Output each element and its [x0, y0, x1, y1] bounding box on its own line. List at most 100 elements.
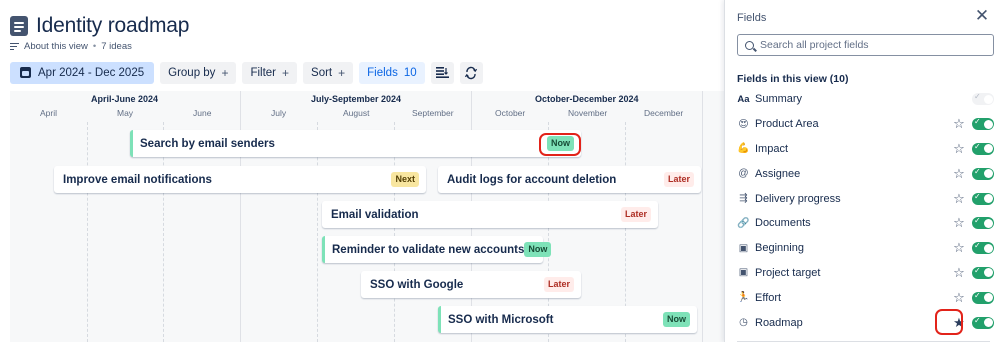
status-lozenge: Later — [620, 207, 651, 222]
field-label: Roadmap — [755, 316, 803, 329]
quarter-divider — [471, 91, 472, 122]
idea-title: SSO with Google — [370, 278, 464, 291]
field-label: Delivery progress — [755, 192, 841, 205]
field-visibility-toggle[interactable] — [972, 167, 994, 180]
field-row-product-area[interactable]: 😍 Product Area ☆ — [737, 112, 994, 137]
refresh-arrows-icon — [465, 66, 478, 79]
compact-view-button[interactable] — [430, 61, 454, 84]
quarter-label: April-June 2024 — [91, 94, 159, 104]
timeline-header: April-June 2024 July-September 2024 Octo… — [10, 91, 724, 122]
field-label: Documents — [755, 217, 811, 230]
quarter-label: October-December 2024 — [535, 94, 639, 104]
fields-label: Fields — [367, 66, 398, 79]
idea-card-improve-email-notifications[interactable]: Improve email notifications Next — [54, 166, 426, 193]
status-lozenge: Now — [663, 312, 690, 327]
ideas-count: 7 ideas — [101, 41, 132, 52]
month-label: May — [117, 108, 134, 118]
status-lozenge: Next — [391, 172, 419, 187]
idea-card-audit-logs[interactable]: Audit logs for account deletion Later — [438, 166, 701, 193]
fields-section-heading: Fields in this view (10) — [737, 73, 849, 85]
idea-card-search-by-email-senders[interactable]: Search by email senders Now — [130, 130, 581, 157]
date-range-button[interactable]: Apr 2024 - Dec 2025 — [10, 61, 155, 84]
view-meta: About this view • 7 ideas — [10, 41, 132, 52]
plus-icon: + — [282, 65, 290, 80]
month-label: October — [495, 108, 526, 118]
filter-label: Filter — [250, 66, 277, 79]
field-row-assignee[interactable]: @ Assignee ☆ — [737, 161, 994, 186]
field-label: Beginning — [755, 242, 804, 255]
status-lozenge: Now — [524, 242, 552, 257]
date-range-label: Apr 2024 - Dec 2025 — [38, 66, 145, 79]
quarter-divider — [240, 91, 241, 122]
list-view-icon — [10, 16, 28, 36]
field-row-documents[interactable]: 🔗 Documents ☆ — [737, 211, 994, 236]
month-label: August — [343, 108, 370, 118]
field-row-effort[interactable]: 🏃 Effort ☆ — [737, 285, 994, 310]
calendar-icon: ▣ — [738, 267, 749, 279]
field-visibility-toggle[interactable] — [972, 117, 994, 131]
about-view-link[interactable]: About this view — [24, 41, 88, 52]
field-search-input[interactable] — [760, 39, 980, 51]
sort-button[interactable]: Sort + — [303, 61, 354, 84]
field-row-delivery-progress[interactable]: ⇶ Delivery progress ☆ — [737, 186, 994, 211]
plus-icon: + — [338, 65, 346, 80]
field-visibility-toggle[interactable] — [972, 216, 994, 230]
group-by-button[interactable]: Group by + — [160, 61, 237, 84]
month-gridline — [87, 122, 88, 342]
status-lozenge: Later — [543, 277, 574, 292]
quarter-gridline — [702, 122, 703, 342]
star-icon[interactable]: ☆ — [952, 141, 966, 157]
search-icon — [745, 40, 754, 50]
field-row-impact[interactable]: 💪 Impact ☆ — [737, 137, 994, 162]
progress-icon: ⇶ — [739, 193, 748, 205]
month-label: November — [568, 108, 608, 118]
star-icon[interactable]: ☆ — [952, 166, 966, 182]
separator-dot: • — [92, 41, 97, 52]
star-icon[interactable]: ☆ — [952, 116, 966, 132]
close-icon[interactable]: ✕ — [974, 7, 990, 24]
idea-title: Search by email senders — [140, 137, 275, 150]
field-visibility-toggle[interactable] — [972, 266, 994, 279]
star-icon[interactable]: ☆ — [952, 265, 966, 281]
quarter-divider — [702, 91, 703, 122]
star-icon[interactable]: ☆ — [952, 191, 966, 207]
idea-card-sso-google[interactable]: SSO with Google Later — [361, 271, 581, 298]
field-label: Product Area — [755, 118, 819, 131]
field-visibility-toggle — [972, 92, 994, 106]
idea-card-reminder-validate-accounts[interactable]: Reminder to validate new accounts Now — [322, 236, 552, 263]
idea-title: Email validation — [331, 208, 419, 221]
idea-card-email-validation[interactable]: Email validation Later — [322, 201, 658, 228]
timeline-body: Search by email senders Now Improve emai… — [10, 122, 724, 342]
star-icon[interactable]: ☆ — [952, 240, 966, 256]
star-icon[interactable]: ☆ — [952, 215, 966, 231]
field-row-summary[interactable]: Aa Summary — [737, 87, 994, 112]
fields-button[interactable]: Fields 10 — [359, 61, 425, 84]
auto-arrange-button[interactable] — [459, 61, 483, 84]
idea-card-sso-microsoft[interactable]: SSO with Microsoft Now — [438, 306, 697, 333]
field-row-project-target[interactable]: ▣ Project target ☆ — [737, 261, 994, 286]
roadmap-timeline: April-June 2024 July-September 2024 Octo… — [10, 91, 724, 342]
highlight-ring — [935, 309, 963, 335]
field-visibility-toggle[interactable] — [972, 291, 994, 304]
idea-title: SSO with Microsoft — [448, 313, 554, 326]
idea-title: Audit logs for account deletion — [447, 173, 617, 186]
star-icon[interactable]: ☆ — [952, 290, 966, 306]
panel-title: Fields — [737, 12, 767, 24]
view-toolbar: Apr 2024 - Dec 2025 Group by + Filter + … — [10, 61, 483, 84]
field-visibility-toggle[interactable] — [972, 192, 994, 205]
field-visibility-toggle[interactable] — [972, 142, 994, 155]
field-visibility-toggle[interactable] — [972, 316, 994, 329]
page-title: Identity roadmap — [36, 14, 190, 37]
quarter-label: July-September 2024 — [311, 94, 402, 104]
field-row-beginning[interactable]: ▣ Beginning ☆ — [737, 236, 994, 261]
mention-icon: @ — [738, 168, 749, 180]
field-visibility-toggle[interactable] — [972, 241, 994, 255]
title-row: Identity roadmap — [10, 14, 189, 38]
description-icon — [10, 43, 19, 51]
field-search-box[interactable] — [737, 34, 994, 56]
roadmap-view: Identity roadmap About this view • 7 ide… — [0, 0, 724, 342]
idea-title: Reminder to validate new accounts — [332, 243, 525, 256]
text-icon: Aa — [737, 93, 750, 105]
filter-button[interactable]: Filter + — [242, 61, 298, 84]
fields-panel: Fields ✕ Fields in this view (10) Aa Summ… — [724, 0, 998, 342]
